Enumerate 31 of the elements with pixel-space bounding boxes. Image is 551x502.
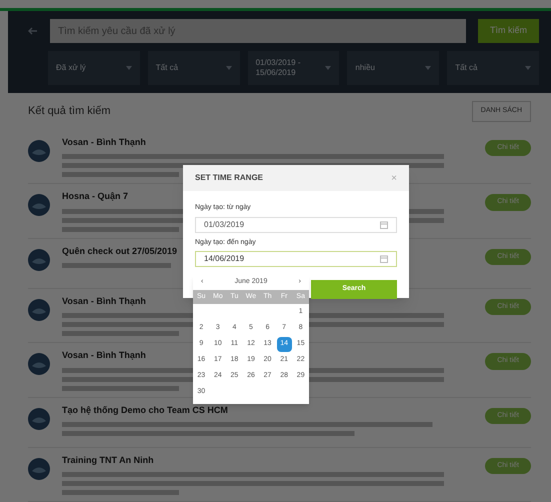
filter-value: 01/03/2019 - 15/06/2019 — [256, 58, 302, 78]
result-title[interactable]: Training TNT An Ninh — [62, 454, 154, 467]
avatar-icon — [28, 140, 50, 162]
caret-icon — [325, 66, 332, 70]
result-title[interactable]: Vosan - Bình Thạnh — [62, 349, 146, 362]
filter-value: nhiều — [355, 63, 376, 73]
caret-icon — [126, 66, 132, 70]
result-title[interactable]: Tạo hệ thống Demo cho Team CS HCM — [62, 404, 228, 417]
results-title: Kết quả tìm kiếm — [28, 104, 111, 119]
avatar-icon — [28, 458, 50, 480]
caret-icon — [425, 66, 432, 70]
avatar-icon — [28, 194, 50, 216]
result-title[interactable]: Vosan - Bình Thạnh — [62, 136, 146, 149]
result-title[interactable]: Quên check out 27/05/2019 — [62, 244, 178, 258]
back-arrow-icon[interactable] — [28, 26, 38, 36]
filter-value: Đã xử lý — [56, 63, 87, 73]
date-input[interactable]: 01/03/2019 — [195, 216, 397, 232]
result-title[interactable]: Hosna - Quận 7 — [62, 190, 128, 204]
filter-value: Tất cả — [455, 63, 478, 73]
dialog-title: SET TIME RANGE — [195, 172, 264, 184]
filter-value: Tất cả — [156, 63, 180, 73]
calendar-icon — [380, 220, 388, 228]
date-input[interactable]: 14/06/2019 — [195, 251, 397, 267]
avatar-icon — [28, 298, 50, 320]
caret-icon — [226, 66, 232, 70]
calendar-icon — [380, 255, 388, 263]
result-title[interactable]: Vosan - Bình Thạnh — [62, 294, 146, 308]
avatar-icon — [28, 248, 50, 270]
avatar-icon — [28, 408, 50, 430]
avatar-icon — [28, 353, 50, 375]
caret-icon — [524, 66, 531, 70]
